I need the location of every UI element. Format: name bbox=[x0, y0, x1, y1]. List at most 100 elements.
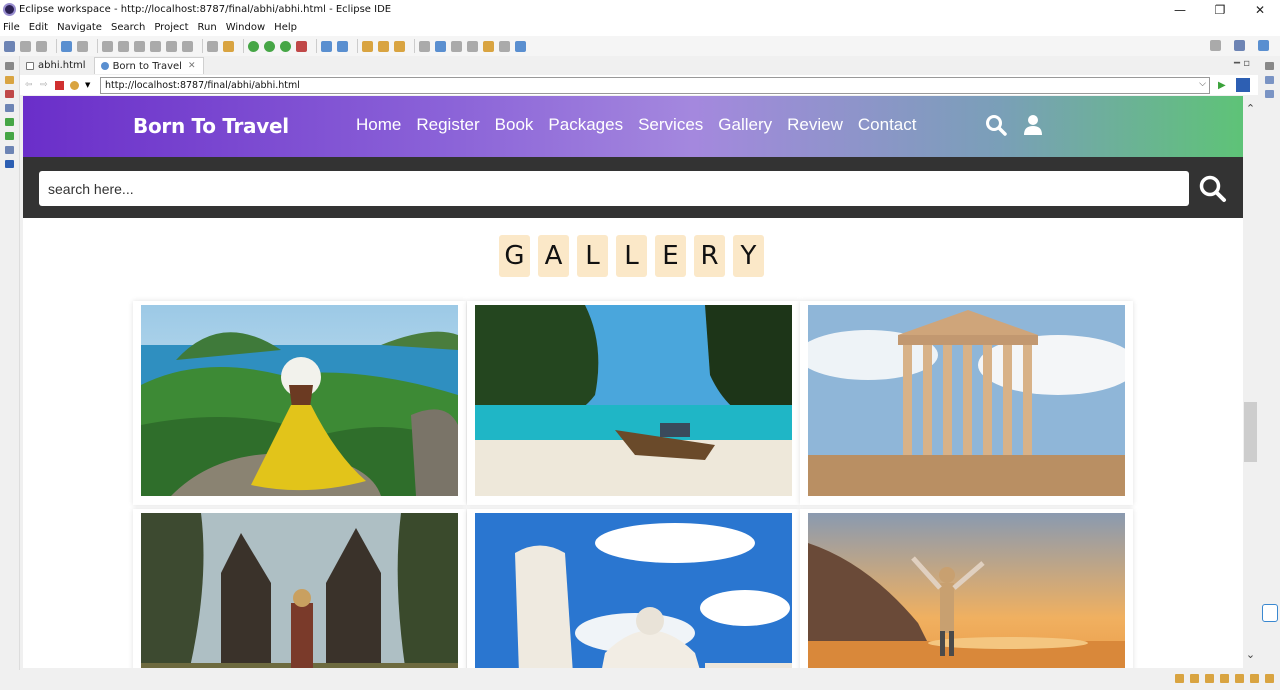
go-icon[interactable]: ▶ bbox=[1218, 80, 1226, 91]
console-icon[interactable] bbox=[5, 132, 14, 140]
viewport-scrollbar[interactable]: ⌃ ⌄ bbox=[1243, 96, 1258, 668]
menu-file[interactable]: File bbox=[3, 22, 20, 33]
close-tab-icon[interactable]: ✕ bbox=[188, 61, 196, 71]
terminal-icon[interactable] bbox=[61, 40, 72, 52]
suspend-icon[interactable] bbox=[118, 40, 129, 52]
step-over-icon[interactable] bbox=[182, 40, 193, 52]
new-server-icon[interactable] bbox=[321, 40, 332, 52]
minimize-button[interactable]: — bbox=[1160, 0, 1200, 19]
status-icon[interactable] bbox=[1205, 674, 1214, 683]
forward-icon[interactable] bbox=[499, 40, 510, 52]
save-all-icon[interactable] bbox=[36, 40, 47, 52]
save-icon[interactable] bbox=[20, 40, 31, 52]
gallery-item[interactable] bbox=[800, 509, 1133, 668]
tab-abhi-html[interactable]: abhi.html bbox=[20, 57, 94, 74]
outline-right-icon[interactable] bbox=[1264, 76, 1274, 84]
search-submit-icon[interactable] bbox=[1198, 174, 1228, 204]
servers-icon[interactable] bbox=[5, 118, 14, 126]
minimize-view-icon[interactable]: ━ bbox=[1234, 58, 1240, 69]
skip-breakpoints-icon[interactable] bbox=[77, 40, 88, 52]
scroll-down-icon[interactable]: ⌄ bbox=[1243, 648, 1258, 662]
disconnect-icon[interactable] bbox=[150, 40, 161, 52]
debug-icon[interactable] bbox=[248, 40, 259, 52]
search-icon[interactable] bbox=[985, 114, 1007, 136]
lightbulb-icon[interactable] bbox=[1265, 674, 1274, 683]
java-ee-perspective-icon[interactable] bbox=[1258, 40, 1269, 51]
status-icon[interactable] bbox=[1190, 674, 1199, 683]
external-tools-icon[interactable] bbox=[296, 40, 307, 52]
problems-icon[interactable] bbox=[5, 146, 14, 154]
site-logo[interactable]: Born To Travel bbox=[133, 114, 289, 138]
globe-icon[interactable] bbox=[419, 40, 430, 52]
menu-project[interactable]: Project bbox=[154, 22, 188, 33]
maximize-view-icon[interactable]: ▫ bbox=[1243, 58, 1250, 69]
menu-edit[interactable]: Edit bbox=[29, 22, 48, 33]
new-icon[interactable] bbox=[4, 40, 15, 52]
nav-services[interactable]: Services bbox=[638, 115, 703, 135]
package-explorer-icon[interactable] bbox=[5, 76, 14, 84]
search-icon[interactable] bbox=[1210, 40, 1221, 51]
menu-navigate[interactable]: Navigate bbox=[57, 22, 102, 33]
outline-icon[interactable] bbox=[5, 104, 14, 112]
gallery-item[interactable] bbox=[133, 301, 466, 505]
properties-icon[interactable] bbox=[5, 160, 14, 168]
nav-dropdown-icon[interactable]: ▼ bbox=[85, 81, 94, 90]
nav-packages[interactable]: Packages bbox=[548, 115, 623, 135]
nav-book[interactable]: Book bbox=[495, 115, 534, 135]
pen-icon[interactable] bbox=[394, 40, 405, 52]
gallery-item[interactable] bbox=[467, 301, 800, 505]
search-tool-icon[interactable] bbox=[435, 40, 446, 52]
close-window-button[interactable]: ✕ bbox=[1240, 0, 1280, 19]
gallery-item[interactable] bbox=[800, 301, 1133, 505]
search-input[interactable] bbox=[39, 171, 1189, 206]
task-list-icon[interactable] bbox=[1264, 90, 1274, 98]
resume-icon[interactable] bbox=[102, 40, 113, 52]
left-trim-bar bbox=[0, 56, 20, 690]
menu-search[interactable]: Search bbox=[111, 22, 145, 33]
nav-review[interactable]: Review bbox=[787, 115, 843, 135]
new-web-icon[interactable] bbox=[337, 40, 348, 52]
perspective-icon[interactable] bbox=[1234, 40, 1245, 51]
prev-annotation-icon[interactable] bbox=[467, 40, 478, 52]
menu-run[interactable]: Run bbox=[198, 22, 217, 33]
nav-contact[interactable]: Contact bbox=[858, 115, 917, 135]
refresh-icon[interactable] bbox=[70, 80, 79, 90]
status-icon[interactable] bbox=[1175, 674, 1184, 683]
nav-home[interactable]: Home bbox=[356, 115, 401, 135]
open-type-icon[interactable] bbox=[362, 40, 373, 52]
back-arrow-icon[interactable]: ⇦ bbox=[25, 80, 34, 90]
restore-button[interactable]: ❐ bbox=[1200, 0, 1240, 19]
teamviewer-float-icon[interactable] bbox=[1262, 604, 1278, 622]
gallery-item[interactable] bbox=[133, 509, 466, 668]
stop-icon[interactable] bbox=[55, 80, 64, 90]
gallery-item[interactable] bbox=[467, 509, 800, 668]
terminate-icon[interactable] bbox=[134, 40, 145, 52]
restore-view-icon[interactable] bbox=[5, 62, 14, 70]
open-perspective-icon[interactable] bbox=[515, 40, 526, 52]
user-icon[interactable] bbox=[1023, 114, 1043, 136]
tab-born-to-travel[interactable]: Born to Travel ✕ bbox=[93, 57, 205, 74]
step-into-icon[interactable] bbox=[166, 40, 177, 52]
status-icon[interactable] bbox=[1235, 674, 1244, 683]
url-input[interactable]: http://localhost:8787/final/abhi/abhi.ht… bbox=[100, 76, 1210, 94]
open-folder-icon[interactable] bbox=[378, 40, 389, 52]
url-dropdown-icon[interactable]: ⌵ bbox=[1199, 79, 1206, 89]
back-icon[interactable] bbox=[483, 40, 494, 52]
coverage-icon[interactable] bbox=[280, 40, 291, 52]
next-annotation-icon[interactable] bbox=[451, 40, 462, 52]
project-explorer-icon[interactable] bbox=[5, 90, 14, 98]
build-icon[interactable] bbox=[223, 40, 234, 52]
status-icon[interactable] bbox=[1220, 674, 1229, 683]
status-icon[interactable] bbox=[1250, 674, 1259, 683]
forward-arrow-icon[interactable]: ⇨ bbox=[40, 80, 49, 90]
open-external-browser-icon[interactable] bbox=[1235, 78, 1250, 92]
run-icon[interactable] bbox=[264, 40, 275, 52]
toggle-icon[interactable] bbox=[207, 40, 218, 52]
restore-right-view-icon[interactable] bbox=[1264, 62, 1274, 70]
menu-help[interactable]: Help bbox=[274, 22, 297, 33]
menu-window[interactable]: Window bbox=[226, 22, 265, 33]
scroll-up-icon[interactable]: ⌃ bbox=[1243, 102, 1258, 116]
nav-gallery[interactable]: Gallery bbox=[718, 115, 772, 135]
nav-register[interactable]: Register bbox=[416, 115, 479, 135]
scroll-thumb[interactable] bbox=[1244, 402, 1257, 462]
